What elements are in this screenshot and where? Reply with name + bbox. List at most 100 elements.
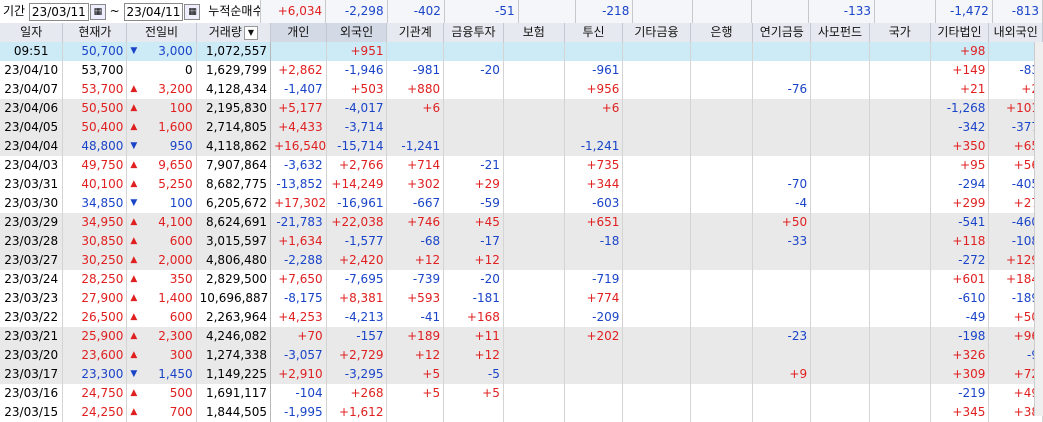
table-row[interactable]: 23/04/05 50,400 ▲ 1,600 2,714,805 +4,433 -3,71… bbox=[0, 118, 1043, 137]
table-row[interactable]: 09:51 50,700 ▼ 3,000 1,072,557 +951 +98 bbox=[0, 42, 1043, 61]
investor-cell-6 bbox=[622, 346, 691, 365]
change-cell: ▲ 600 bbox=[126, 232, 197, 251]
table-row[interactable]: 23/04/03 49,750 ▲ 9,650 7,907,864 -3,632 +2,76… bbox=[0, 156, 1043, 175]
total-11: -1,472 bbox=[935, 0, 993, 23]
column-header-label: 금융투자 bbox=[451, 25, 496, 39]
date-cell: 09:51 bbox=[0, 42, 64, 61]
column-header-label: 은행 bbox=[710, 25, 733, 39]
up-arrow-icon: ▲ bbox=[130, 407, 138, 417]
change-cell: ▲ 9,650 bbox=[126, 156, 197, 175]
table-row[interactable]: 23/03/31 40,100 ▲ 5,250 8,682,775 -13,852 +14,… bbox=[0, 175, 1043, 194]
column-header-10[interactable]: 기타금융 bbox=[622, 23, 691, 43]
volume-cell: 1,072,557 bbox=[196, 42, 272, 61]
column-header-13[interactable]: 사모펀드 bbox=[810, 23, 870, 43]
investor-cell-10 bbox=[869, 346, 931, 365]
column-header-5[interactable]: 외국인 bbox=[326, 23, 388, 43]
column-header-label: 보험 bbox=[522, 25, 545, 39]
column-header-2[interactable]: 전일비 bbox=[126, 23, 197, 43]
column-header-label: 거래량 bbox=[208, 25, 242, 39]
change-cell: ▼ 3,000 bbox=[126, 42, 197, 61]
investor-cell-5: -1,241 bbox=[564, 137, 624, 156]
investor-cell-1: -7,695 bbox=[326, 270, 388, 289]
table-row[interactable]: 23/03/29 34,950 ▲ 4,100 8,624,691 -21,783 +22,… bbox=[0, 213, 1043, 232]
vertical-scrollbar[interactable] bbox=[1034, 42, 1043, 416]
table-row[interactable]: 23/03/21 25,900 ▲ 2,300 4,246,082 +70 -157 +189… bbox=[0, 327, 1043, 346]
column-header-11[interactable]: 은행 bbox=[690, 23, 754, 43]
table-row[interactable]: 23/04/04 48,800 ▼ 950 4,118,862 +16,540 -15,71… bbox=[0, 137, 1043, 156]
table-row[interactable]: 23/03/23 27,900 ▲ 1,400 10,696,887 -8,175 +8,3… bbox=[0, 289, 1043, 308]
column-header-label: 개인 bbox=[287, 25, 310, 39]
column-header-7[interactable]: 금융투자 bbox=[443, 23, 504, 43]
dropdown-arrow-icon[interactable]: ▼ bbox=[243, 25, 258, 40]
investor-cell-10 bbox=[869, 213, 931, 232]
change-value: 100 bbox=[169, 101, 193, 115]
investor-cell-0: +7,650 bbox=[270, 270, 327, 289]
calendar-icon[interactable]: ▦ bbox=[89, 3, 106, 20]
table-row[interactable]: 23/03/16 24,750 ▲ 500 1,691,117 -104 +268 +5 +5-… bbox=[0, 384, 1043, 403]
change-value: 700 bbox=[169, 405, 193, 419]
table-row[interactable]: 23/03/27 30,250 ▲ 2,000 4,806,480 -2,288 +2,42… bbox=[0, 251, 1043, 270]
column-header-8[interactable]: 보험 bbox=[503, 23, 565, 43]
column-header-0[interactable]: 일자 bbox=[0, 23, 64, 43]
investor-cell-1: +2,766 bbox=[326, 156, 388, 175]
table-row[interactable]: 23/04/07 53,700 ▲ 3,200 4,128,434 -1,407 +503 +… bbox=[0, 80, 1043, 99]
table-row[interactable]: 23/03/28 30,850 ▲ 600 3,015,597 +1,634 -1,577-… bbox=[0, 232, 1043, 251]
end-date-input[interactable]: 23/04/11 bbox=[123, 2, 184, 21]
table-row[interactable]: 23/03/15 24,250 ▲ 700 1,844,505 -1,995 +1,612 +… bbox=[0, 403, 1043, 422]
table-row[interactable]: 23/04/10 53,700 0 1,629,799 +2,862 -1,946 -981… bbox=[0, 61, 1043, 80]
investor-cell-9 bbox=[810, 99, 870, 118]
date-cell: 23/03/29 bbox=[0, 213, 64, 232]
price-cell: 30,250 bbox=[62, 251, 128, 270]
investor-cell-5 bbox=[564, 346, 624, 365]
column-header-3[interactable]: 거래량 ▼ bbox=[196, 23, 272, 43]
investor-cell-7 bbox=[690, 213, 754, 232]
table-row[interactable]: 23/03/20 23,600 ▲ 300 1,274,338 -3,057 +2,729 +… bbox=[0, 346, 1043, 365]
total-6 bbox=[632, 0, 693, 23]
column-header-16[interactable]: 내외국인 bbox=[988, 23, 1043, 43]
investor-cell-4 bbox=[503, 61, 565, 80]
investor-cell-6 bbox=[622, 384, 691, 403]
column-header-4[interactable]: 개인 bbox=[270, 23, 327, 43]
investor-cell-1: +503 bbox=[326, 80, 388, 99]
column-header-9[interactable]: 투신 bbox=[564, 23, 624, 43]
investor-cell-10 bbox=[869, 308, 931, 327]
investor-cell-10 bbox=[869, 270, 931, 289]
investor-cell-4 bbox=[503, 403, 565, 422]
investor-cell-0: +2,862 bbox=[270, 61, 327, 80]
investor-cell-4 bbox=[503, 384, 565, 403]
table-row[interactable]: 23/03/17 23,300 ▼ 1,450 1,149,225 +2,910 -3,29… bbox=[0, 365, 1043, 384]
investor-cell-8 bbox=[752, 118, 812, 137]
change-value: 1,400 bbox=[158, 291, 193, 305]
price-cell: 26,500 bbox=[62, 308, 128, 327]
investor-cell-3: -5 bbox=[443, 365, 504, 384]
column-header-6[interactable]: 기관계 bbox=[386, 23, 445, 43]
up-arrow-icon: ▲ bbox=[130, 84, 138, 94]
column-header-1[interactable]: 현재가 bbox=[62, 23, 128, 43]
mode-label[interactable]: 누적순매수 bbox=[208, 4, 259, 18]
investor-cell-7 bbox=[690, 403, 754, 422]
investor-cell-1: -4,213 bbox=[326, 308, 388, 327]
column-header-12[interactable]: 연기금등 bbox=[752, 23, 812, 43]
investor-cell-8 bbox=[752, 137, 812, 156]
table-row[interactable]: 23/03/24 28,250 ▲ 350 2,829,500 +7,650 -7,695-… bbox=[0, 270, 1043, 289]
investor-cell-11: -1,268 bbox=[930, 99, 990, 118]
change-cell: ▲ 700 bbox=[126, 403, 197, 422]
investor-cell-7 bbox=[690, 156, 754, 175]
column-header-label: 기관계 bbox=[398, 25, 432, 39]
investor-cell-10 bbox=[869, 137, 931, 156]
start-date-input[interactable]: 23/03/11 bbox=[28, 2, 89, 21]
investor-cell-3: -17 bbox=[443, 232, 504, 251]
calendar-icon[interactable]: ▦ bbox=[184, 3, 201, 20]
column-header-15[interactable]: 기타법인 bbox=[930, 23, 990, 43]
investor-cell-3: -20 bbox=[443, 270, 504, 289]
investor-cell-8: -70 bbox=[752, 175, 812, 194]
investor-cell-0: -3,057 bbox=[270, 346, 327, 365]
table-row[interactable]: 23/03/22 26,500 ▲ 600 2,263,964 +4,253 -4,213-… bbox=[0, 308, 1043, 327]
table-row[interactable]: 23/04/06 50,500 ▲ 100 2,195,830 +5,177 -4,017 +… bbox=[0, 99, 1043, 118]
column-header-14[interactable]: 국가 bbox=[869, 23, 931, 43]
table-row[interactable]: 23/03/30 34,850 ▼ 100 6,205,672 +17,302 -16,96… bbox=[0, 194, 1043, 213]
investor-cell-9 bbox=[810, 137, 870, 156]
volume-cell: 4,128,434 bbox=[196, 80, 272, 99]
total-1: -2,298 bbox=[325, 0, 388, 23]
change-cell: 0 bbox=[126, 61, 197, 80]
